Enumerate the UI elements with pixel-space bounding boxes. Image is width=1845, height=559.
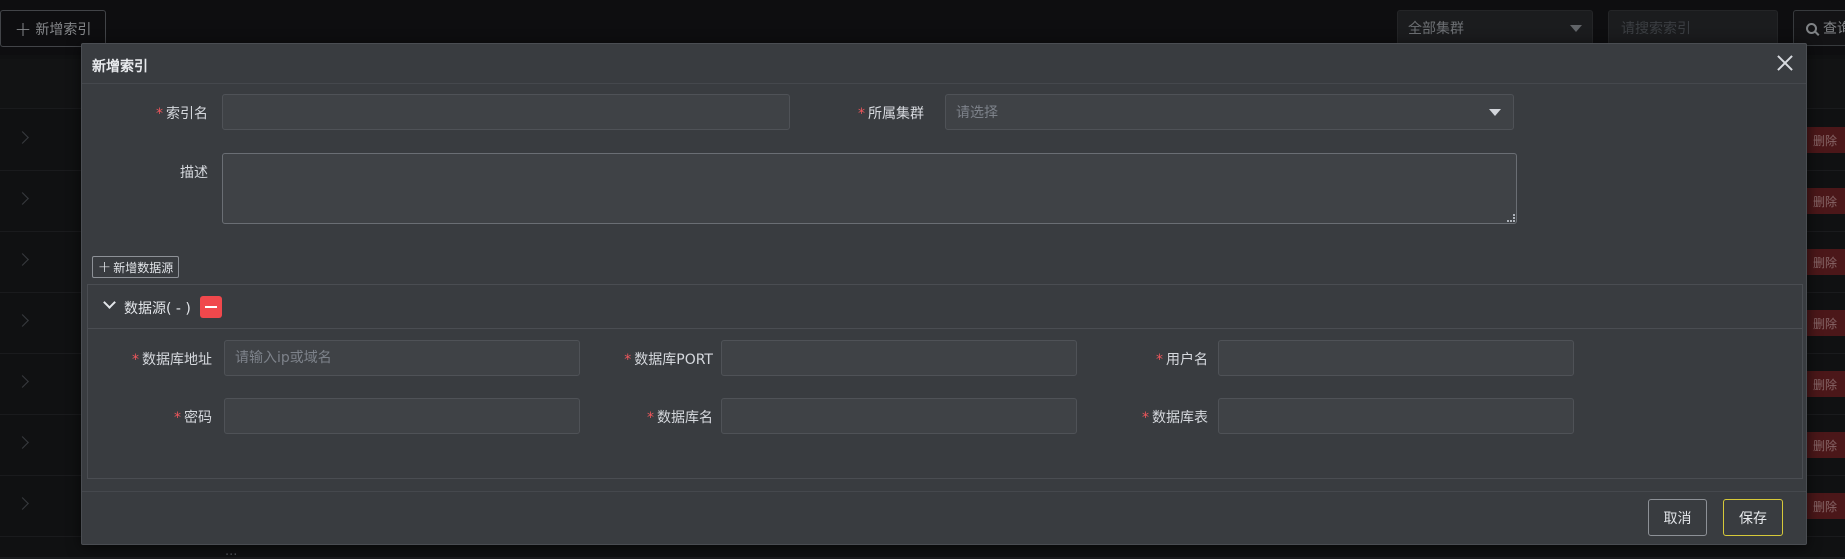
required-mark: * — [647, 410, 654, 426]
required-mark: * — [132, 352, 139, 368]
datasource-panel-header[interactable]: 数据源( - ) — [88, 285, 1802, 329]
caret-down-icon — [1489, 109, 1501, 116]
datasource-panel: 数据源( - ) *数据库地址 *数据库PORT *用户名 *密码 *数据库名 … — [87, 284, 1803, 479]
required-mark: * — [858, 106, 865, 122]
username-label: * 用户名 — [1088, 349, 1208, 369]
password-label-text: 密码 — [184, 410, 212, 426]
close-icon[interactable] — [1772, 50, 1798, 76]
username-input[interactable] — [1218, 340, 1574, 376]
db-table-label-text: 数据库表 — [1152, 410, 1208, 426]
db-port-label-text: 数据库PORT — [634, 352, 713, 368]
description-label: 描述 — [180, 165, 208, 181]
db-address-label-text: 数据库地址 — [142, 352, 212, 368]
db-name-input[interactable] — [721, 398, 1077, 434]
index-name-input[interactable] — [222, 94, 790, 130]
cluster-label-text: 所属集群 — [868, 106, 924, 122]
add-index-dialog: 新增索引 * 索引名 * 所属集群 请选择 描述 + 新增数据源 数据源( - ) … — [81, 43, 1807, 545]
required-mark: * — [156, 106, 163, 122]
save-button[interactable]: 保存 — [1723, 499, 1783, 536]
db-name-label: * 数据库名 — [588, 407, 713, 427]
cluster-label: * 所属集群 — [802, 103, 924, 123]
required-mark: * — [624, 352, 632, 368]
index-name-label: * 索引名 — [112, 103, 208, 123]
dialog-footer — [82, 491, 1806, 546]
cluster-select[interactable]: 请选择 — [945, 94, 1514, 130]
db-address-label: * 数据库地址 — [103, 349, 212, 369]
db-address-input[interactable] — [224, 340, 580, 376]
resize-handle-icon[interactable] — [1507, 214, 1515, 222]
db-port-input[interactable] — [721, 340, 1077, 376]
dialog-header: 新增索引 — [82, 44, 1806, 84]
index-name-label-text: 索引名 — [166, 106, 208, 122]
required-mark: * — [1142, 410, 1149, 426]
db-table-input[interactable] — [1218, 398, 1574, 434]
plus-icon: + — [97, 257, 112, 276]
password-label: * 密码 — [103, 407, 212, 427]
dialog-title: 新增索引 — [92, 59, 148, 75]
db-name-label-text: 数据库名 — [657, 410, 713, 426]
add-datasource-label: 新增数据源 — [113, 260, 174, 275]
password-input[interactable] — [224, 398, 580, 434]
cluster-select-placeholder: 请选择 — [956, 105, 998, 121]
username-label-text: 用户名 — [1166, 352, 1208, 368]
required-mark: * — [1156, 352, 1163, 368]
add-datasource-button[interactable]: + 新增数据源 — [92, 256, 179, 278]
cancel-button[interactable]: 取消 — [1648, 499, 1707, 536]
datasource-title: 数据源( - ) — [124, 301, 191, 317]
remove-datasource-icon[interactable] — [200, 296, 222, 318]
db-port-label: * 数据库PORT — [588, 349, 713, 369]
chevron-down-icon[interactable] — [103, 296, 116, 309]
required-mark: * — [174, 410, 181, 426]
description-textarea[interactable] — [222, 153, 1517, 224]
db-table-label: * 数据库表 — [1088, 407, 1208, 427]
